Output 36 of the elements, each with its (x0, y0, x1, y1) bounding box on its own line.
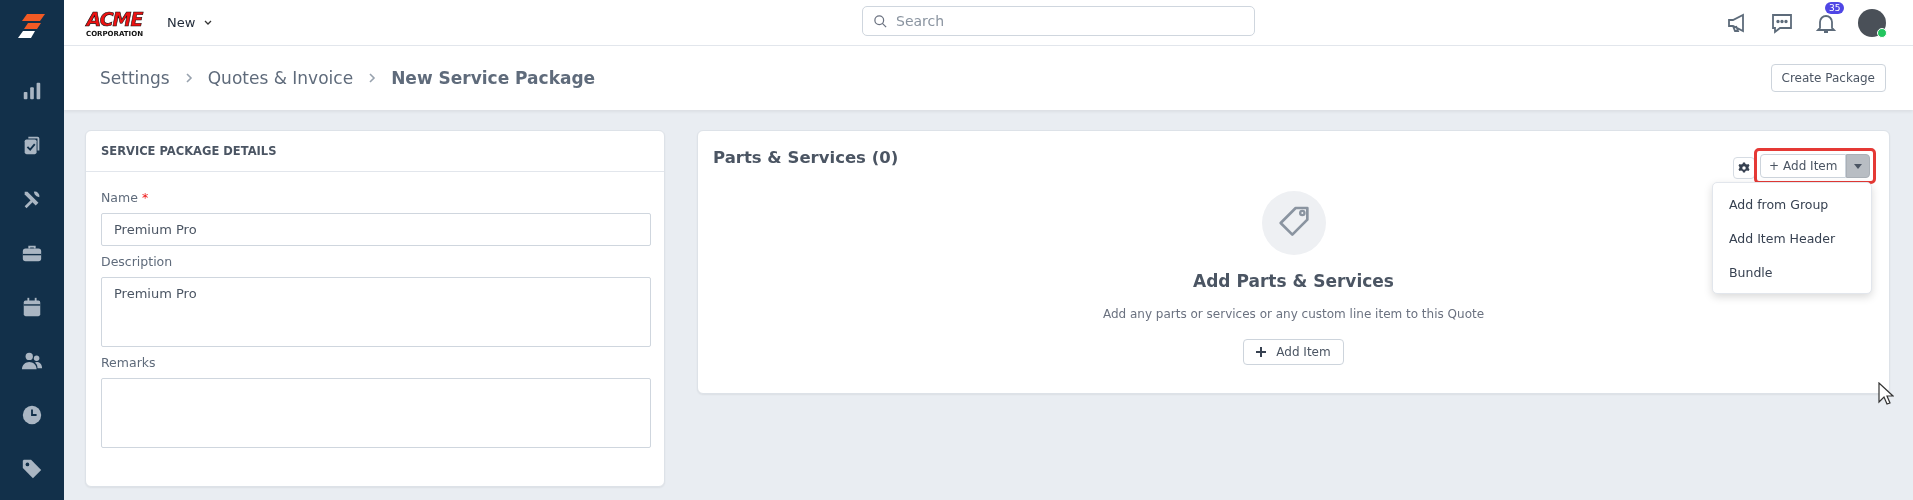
chevron-right-icon (183, 73, 194, 83)
caret-icon (1854, 163, 1863, 169)
chart-icon[interactable] (21, 80, 43, 102)
create-package-button[interactable]: Create Package (1770, 64, 1886, 92)
field-label: Remarks (101, 355, 157, 370)
textarea-field[interactable]: Premium Pro (101, 277, 651, 347)
textarea-field[interactable] (101, 378, 651, 448)
tag-icon[interactable] (21, 458, 43, 480)
notification-badge: 35 (1825, 1, 1845, 14)
avatar[interactable] (1858, 8, 1886, 37)
empty-message: Add any parts or services or any custom line item to this Quote (1102, 307, 1485, 321)
menu-item[interactable]: Bundle (1713, 255, 1871, 289)
empty-heading: Add Parts & Services (1193, 271, 1394, 291)
plus-icon (1256, 347, 1267, 357)
search-field[interactable]: Search (862, 6, 1255, 36)
settings-icon (1738, 162, 1750, 174)
menu-item[interactable]: Add from Group (1713, 187, 1871, 221)
new-menu[interactable]: New (167, 15, 214, 30)
search-icon (873, 14, 888, 29)
menu-item[interactable]: Add Item Header (1713, 221, 1871, 255)
add-item-button[interactable]: Add Item (1243, 339, 1344, 365)
page-title: New Service Package (391, 68, 596, 88)
clock-icon[interactable] (21, 404, 43, 426)
users-icon[interactable] (21, 350, 43, 372)
field-label: Name * (101, 190, 150, 205)
settings-button[interactable] (1733, 157, 1755, 179)
breadcrumb-link[interactable]: Settings (100, 68, 170, 88)
field-label: Description (101, 254, 174, 269)
calendar-icon[interactable] (21, 296, 43, 318)
card-title: SERVICE PACKAGE DETAILS (86, 131, 664, 172)
card-title: Parts & Services (0) (713, 148, 899, 167)
add-item-button[interactable]: + Add Item (1760, 154, 1847, 178)
chevron-right-icon (367, 73, 378, 83)
dropdown-toggle[interactable] (1846, 154, 1871, 178)
input-field[interactable]: Premium Pro (101, 213, 651, 246)
breadcrumb-link[interactable]: Quotes & Invoice (207, 68, 354, 88)
